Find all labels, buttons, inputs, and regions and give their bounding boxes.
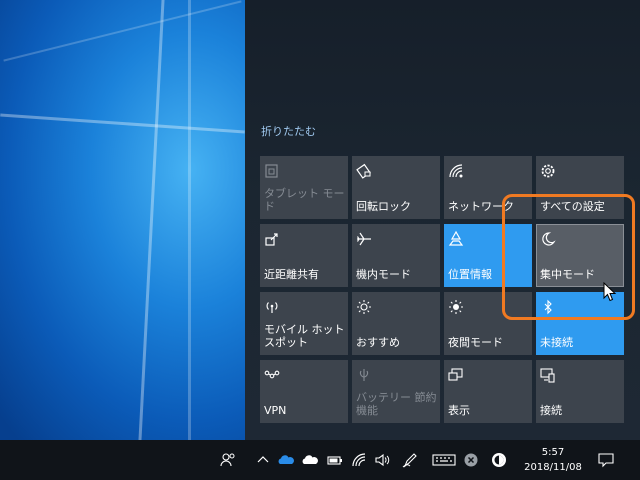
tile-night-light[interactable]: 夜間モード (444, 292, 532, 355)
pen-icon[interactable] (401, 451, 419, 469)
taskbar: 5:57 2018/11/08 (0, 440, 640, 480)
desktop-wallpaper (0, 0, 245, 440)
tile-label: 機内モード (356, 268, 411, 281)
moon-icon (539, 230, 557, 248)
tile-label: バッテリー 節約機能 (356, 391, 437, 417)
battery-saver-icon (355, 366, 373, 384)
keyboard-icon[interactable] (432, 451, 456, 469)
location-icon (447, 230, 465, 248)
mouse-cursor-icon (603, 281, 617, 302)
network-icon (447, 162, 465, 180)
tile-label: タブレット モード (264, 187, 345, 213)
action-center-panel: 折りたたむ タブレット モード 回転ロック ネットワーク すべての設定 近距離共… (245, 0, 640, 440)
tile-vpn[interactable]: VPN (260, 360, 348, 423)
bluetooth-icon (539, 298, 557, 316)
tile-focus-assist[interactable]: 集中モード (536, 224, 624, 287)
tile-mobile-hotspot[interactable]: モバイル ホットスポット (260, 292, 348, 355)
night-light-icon (447, 298, 465, 316)
tile-nearby-share[interactable]: 近距離共有 (260, 224, 348, 287)
tile-label: すべての設定 (540, 200, 605, 213)
volume-icon[interactable] (373, 451, 391, 469)
collapse-link[interactable]: 折りたたむ (261, 123, 316, 139)
tile-label: 近距離共有 (264, 268, 319, 281)
chevron-up-icon[interactable] (254, 451, 272, 469)
tile-network[interactable]: ネットワーク (444, 156, 532, 219)
tile-label: 接続 (540, 404, 562, 417)
tile-label: 表示 (448, 404, 470, 417)
tile-battery-saver[interactable]: バッテリー 節約機能 (352, 360, 440, 423)
tile-recommended[interactable]: おすすめ (352, 292, 440, 355)
rotation-lock-icon (355, 162, 373, 180)
tile-connect[interactable]: 接続 (536, 360, 624, 423)
clock-time: 5:57 (541, 447, 565, 458)
vpn-icon (263, 366, 281, 384)
connect-icon (539, 366, 557, 384)
project-icon (447, 366, 465, 384)
cloud-icon[interactable] (301, 451, 319, 469)
tile-project[interactable]: 表示 (444, 360, 532, 423)
nearby-share-icon (263, 230, 281, 248)
tile-location[interactable]: 位置情報 (444, 224, 532, 287)
tile-label: 集中モード (540, 268, 595, 281)
tile-label: おすすめ (356, 336, 400, 349)
clock[interactable]: 5:57 2018/11/08 (522, 445, 584, 475)
onedrive-icon[interactable] (277, 451, 295, 469)
tile-label: 未接続 (540, 336, 573, 349)
tile-label: 回転ロック (356, 200, 411, 213)
brightness-icon (355, 298, 373, 316)
tile-label: 位置情報 (448, 268, 492, 281)
tile-airplane-mode[interactable]: 機内モード (352, 224, 440, 287)
people-icon[interactable] (219, 451, 237, 469)
tile-all-settings[interactable]: すべての設定 (536, 156, 624, 219)
tile-label: モバイル ホットスポット (264, 323, 345, 349)
tile-label: ネットワーク (448, 200, 514, 213)
tile-label: 夜間モード (448, 336, 503, 349)
notification-icon[interactable] (597, 451, 615, 469)
app-icon[interactable] (490, 451, 508, 469)
gear-icon (539, 162, 557, 180)
close-circle-icon[interactable] (462, 451, 480, 469)
tablet-mode-icon (263, 162, 281, 180)
tile-rotation-lock[interactable]: 回転ロック (352, 156, 440, 219)
airplane-icon (355, 230, 373, 248)
tile-label: VPN (264, 404, 287, 417)
hotspot-icon (263, 298, 281, 316)
wifi-icon[interactable] (350, 451, 368, 469)
tile-tablet-mode[interactable]: タブレット モード (260, 156, 348, 219)
battery-icon[interactable] (326, 451, 344, 469)
clock-date: 2018/11/08 (524, 462, 582, 473)
